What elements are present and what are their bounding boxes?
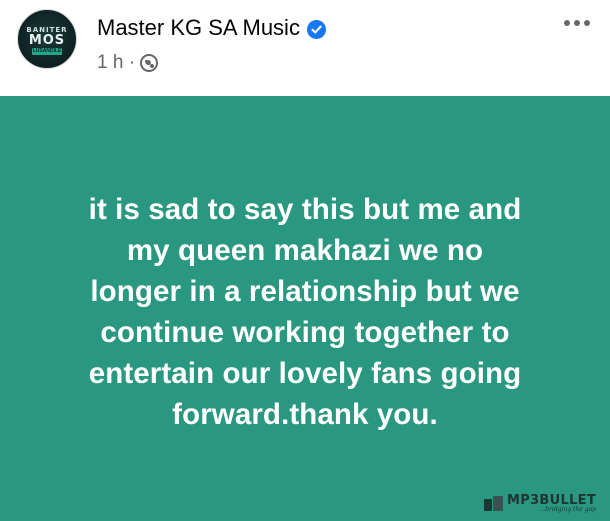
- post-timestamp[interactable]: 1 h ·: [97, 52, 135, 74]
- watermark-subtitle: ...bridging the gap: [539, 506, 596, 513]
- post-header: BANITER MOS LUSANDILE Master KG SA Music…: [0, 0, 610, 96]
- ellipsis-dot: [584, 20, 590, 26]
- post-text-line: longer in a relationship but we: [90, 275, 520, 308]
- post-text-line: forward.thank you.: [172, 398, 438, 431]
- watermark-logo: MP3BULLET ...bridging the gap: [484, 494, 596, 513]
- page-name-row: Master KG SA Music: [97, 15, 326, 41]
- page-name-link[interactable]: Master KG SA Music: [97, 15, 300, 41]
- ellipsis-dot: [564, 20, 570, 26]
- watermark-icon: [484, 495, 504, 513]
- verified-badge-icon: [306, 19, 326, 39]
- page-avatar[interactable]: BANITER MOS LUSANDILE: [17, 9, 77, 69]
- avatar-banner: LUSANDILE: [32, 48, 62, 55]
- ellipsis-dot: [574, 20, 580, 26]
- post-text-line: it is sad to say this but me and: [88, 193, 522, 226]
- post-text: it is sad to say this but me and my quee…: [20, 189, 590, 435]
- globe-icon[interactable]: [140, 54, 159, 72]
- post-text-line: continue working together to: [100, 316, 510, 349]
- post-text-line: my queen makhazi we no: [126, 234, 484, 267]
- post-text-line: entertain our lovely fans going: [88, 357, 522, 390]
- avatar-text-bottom: LUSANDILE: [32, 48, 62, 54]
- post-meta: 1 h ·: [97, 52, 159, 74]
- avatar-text-main: MOS: [28, 33, 66, 48]
- watermark-text: MP3BULLET ...bridging the gap: [507, 494, 596, 513]
- ellipsis-icon[interactable]: [564, 20, 590, 26]
